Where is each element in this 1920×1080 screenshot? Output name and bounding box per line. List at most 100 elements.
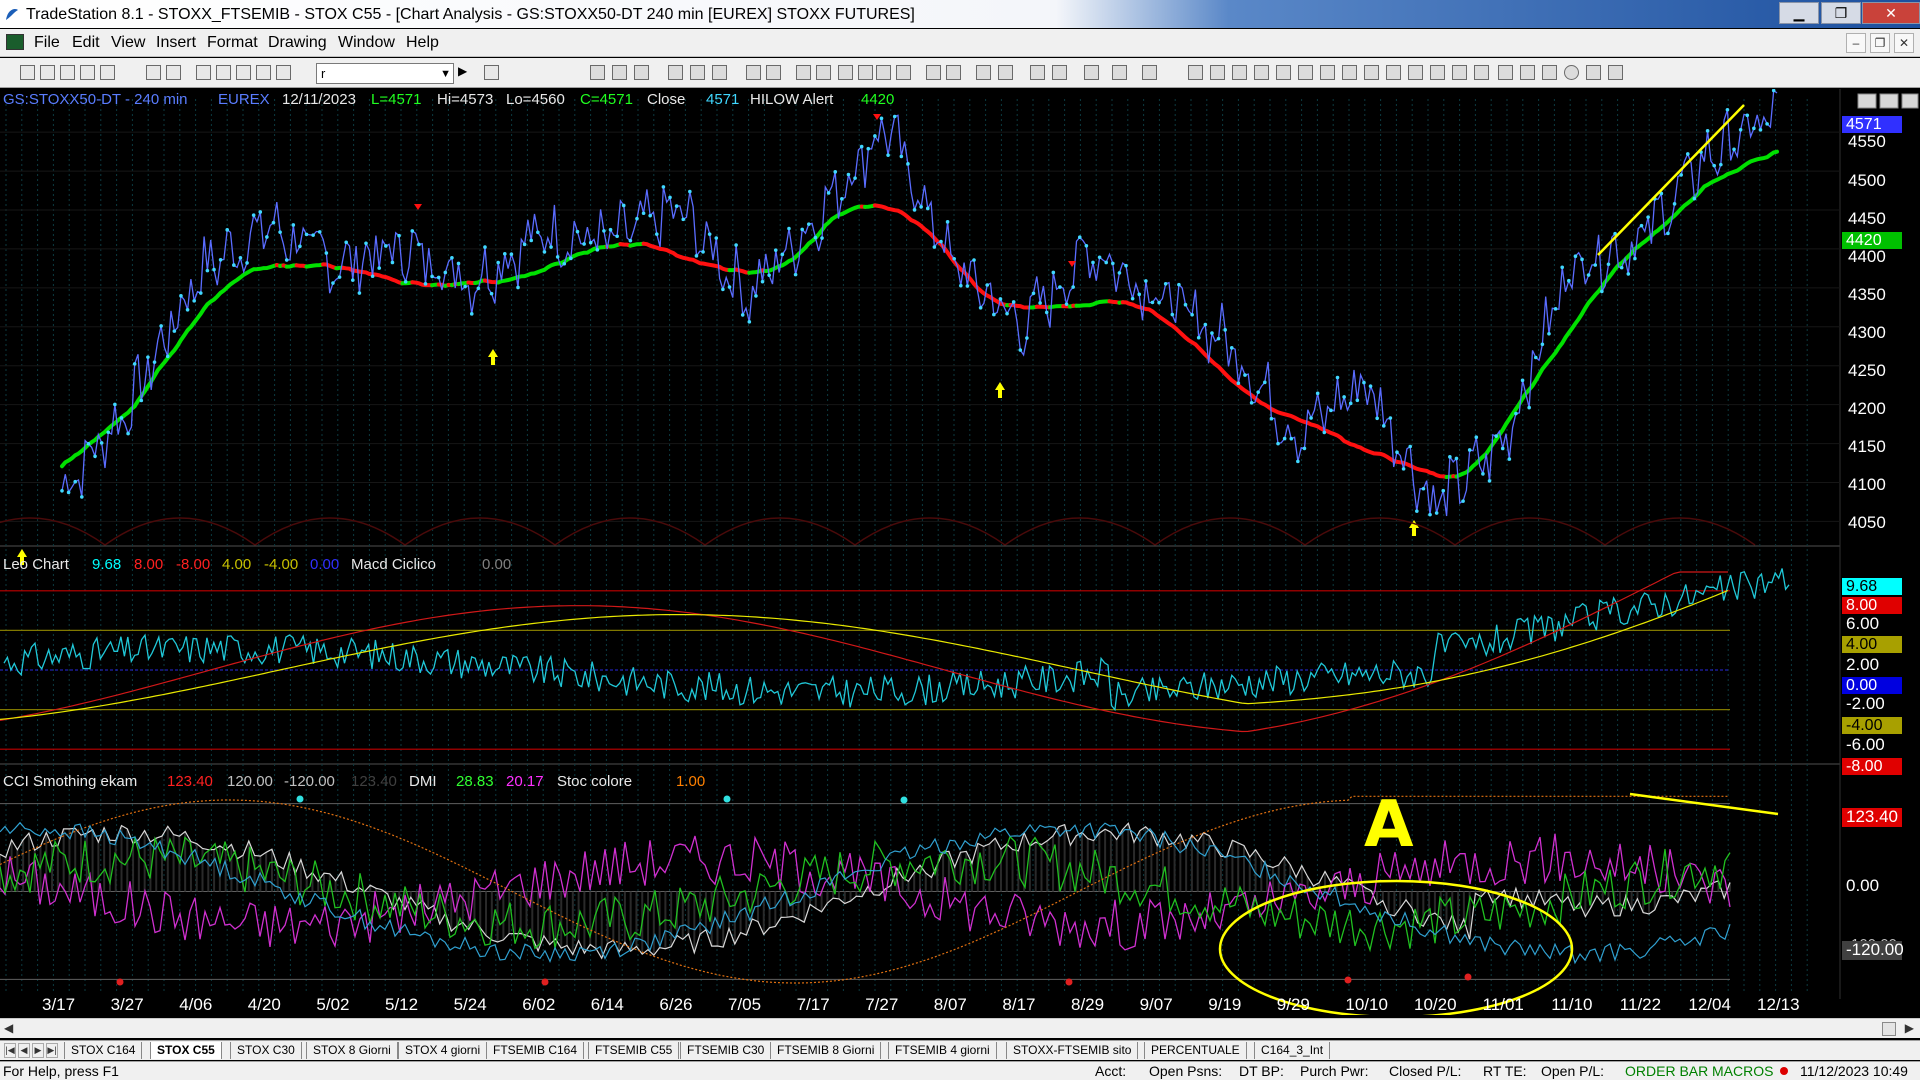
up-arrow-tool-icon[interactable] xyxy=(1542,65,1557,80)
workspace-tab[interactable]: FTSEMIB C164 xyxy=(486,1042,585,1059)
find-symbol-icon[interactable] xyxy=(484,65,499,80)
arrow-right-icon[interactable]: ▶ xyxy=(458,64,473,79)
hammer-icon[interactable] xyxy=(1084,65,1099,80)
speedline-tool-icon[interactable] xyxy=(1386,65,1401,80)
drag-icon[interactable] xyxy=(1052,65,1067,80)
new-workspace-icon[interactable] xyxy=(80,65,95,80)
chart-analysis[interactable]: GS:STOXX50-DT - 240 min EUREX 12/11/2023… xyxy=(0,89,1920,1015)
arc-tool-icon[interactable] xyxy=(1452,65,1467,80)
workspace-tab[interactable]: STOX C164 xyxy=(64,1042,143,1059)
horizontal-line-tool-icon[interactable] xyxy=(1232,65,1247,80)
options-icon[interactable] xyxy=(858,65,873,80)
zoom-in-icon[interactable] xyxy=(976,65,991,80)
zoom-out-icon[interactable] xyxy=(998,65,1013,80)
workspace-tab[interactable]: STOX C30 xyxy=(230,1042,302,1059)
cycle-tool-icon[interactable] xyxy=(1430,65,1445,80)
menu-drawing[interactable]: Drawing xyxy=(268,34,327,52)
zoom-range-icon[interactable] xyxy=(946,65,961,80)
mdi-close-button[interactable]: ✕ xyxy=(1894,33,1914,53)
news-icon[interactable] xyxy=(838,65,853,80)
chart-data-icon[interactable] xyxy=(634,65,649,80)
horizontal-scrollbar[interactable]: ◀ ▶ xyxy=(0,1018,1920,1038)
format-analysis-icon[interactable] xyxy=(766,65,781,80)
workspace-tab[interactable]: STOX C55 xyxy=(150,1042,222,1059)
scroll-left-icon[interactable]: ◀ xyxy=(4,1021,13,1035)
tools-icon[interactable] xyxy=(256,65,271,80)
menu-help[interactable]: Help xyxy=(406,34,439,52)
first-tab-icon[interactable]: |◀ xyxy=(4,1043,16,1058)
refresh-icon[interactable] xyxy=(712,65,727,80)
ellipse-tool-icon[interactable] xyxy=(1564,65,1579,80)
andrews-pitchfork-icon[interactable] xyxy=(1364,65,1379,80)
workspace-tab[interactable]: PERCENTUALE xyxy=(1144,1042,1247,1059)
trendline-tool-icon[interactable] xyxy=(1188,65,1203,80)
insert-indicator-icon[interactable] xyxy=(746,65,761,80)
workspace-tab[interactable]: STOXX-FTSEMIB sito xyxy=(1006,1042,1139,1059)
status-order-bar[interactable]: ORDER BAR xyxy=(1625,1063,1708,1079)
scroll-right-icon[interactable]: ▶ xyxy=(1905,1021,1914,1035)
workspace-tab[interactable]: FTSEMIB 8 Giorni xyxy=(770,1042,882,1059)
matrix-icon[interactable] xyxy=(876,65,891,80)
annotation-letter[interactable]: A xyxy=(1364,788,1414,862)
status-macros[interactable]: MACROS xyxy=(1712,1063,1773,1079)
save-icon[interactable] xyxy=(100,65,115,80)
fib-tool-icon[interactable] xyxy=(1298,65,1313,80)
chart-canvas[interactable] xyxy=(0,89,1920,1015)
symbol-combo[interactable]: r ▼ xyxy=(316,63,454,84)
last-tab-icon[interactable]: ▶| xyxy=(46,1043,58,1058)
menu-edit[interactable]: Edit xyxy=(72,34,100,52)
insert-strategy-icon[interactable] xyxy=(690,65,705,80)
mdi-minimize-button[interactable]: – xyxy=(1846,33,1866,53)
chevron-down-icon[interactable]: ▼ xyxy=(440,65,451,84)
regression-tool-icon[interactable] xyxy=(1276,65,1291,80)
alert-icon[interactable] xyxy=(1142,65,1157,80)
print-preview-icon[interactable] xyxy=(166,65,181,80)
mdi-restore-button[interactable]: ❐ xyxy=(1870,33,1890,53)
new-icon[interactable] xyxy=(20,65,35,80)
export-icon[interactable] xyxy=(1112,65,1127,80)
down-arrow-tool-icon[interactable] xyxy=(1520,65,1535,80)
open-workspace-icon[interactable] xyxy=(60,65,75,80)
menu-window[interactable]: Window xyxy=(338,34,395,52)
menu-insert[interactable]: Insert xyxy=(156,34,196,52)
insert-study-icon[interactable] xyxy=(668,65,683,80)
menu-file[interactable]: File xyxy=(34,34,60,52)
globe-icon[interactable] xyxy=(276,65,291,80)
text-tool-icon[interactable] xyxy=(1608,65,1623,80)
offset-tool-icon[interactable] xyxy=(1408,65,1423,80)
minimize-button[interactable]: ▁ xyxy=(1779,2,1819,24)
chart-window-icon[interactable] xyxy=(6,34,24,50)
workspace-tab[interactable]: STOX 4 giorni xyxy=(398,1042,488,1059)
channel-tool-icon[interactable] xyxy=(1254,65,1269,80)
pointer-icon[interactable] xyxy=(1030,65,1045,80)
lock-icon[interactable] xyxy=(236,65,251,80)
prev-tab-icon[interactable]: ◀ xyxy=(18,1043,30,1058)
next-tab-icon[interactable]: ▶ xyxy=(32,1043,44,1058)
maximize-button[interactable]: ❐ xyxy=(1821,2,1861,24)
fib-extension-tool-icon[interactable] xyxy=(1320,65,1335,80)
open-icon[interactable] xyxy=(40,65,55,80)
chart-style-icon[interactable] xyxy=(590,65,605,80)
scroll-thumb[interactable] xyxy=(1882,1022,1896,1036)
menu-view[interactable]: View xyxy=(111,34,145,52)
workspace-tab[interactable]: FTSEMIB 4 giorni xyxy=(888,1042,997,1059)
workspace-tab[interactable]: STOX 8 Giorni xyxy=(306,1042,398,1059)
bar-chart-icon[interactable] xyxy=(896,65,911,80)
windows-icon[interactable] xyxy=(216,65,231,80)
workspace-tab[interactable]: FTSEMIB C55 xyxy=(588,1042,680,1059)
window-icon[interactable] xyxy=(196,65,211,80)
pen-tool-icon[interactable] xyxy=(1474,65,1489,80)
curve-tool-icon[interactable] xyxy=(1498,65,1513,80)
scanner-icon[interactable] xyxy=(816,65,831,80)
print-icon[interactable] xyxy=(146,65,161,80)
close-button[interactable]: ✕ xyxy=(1862,2,1920,24)
radar-icon[interactable] xyxy=(796,65,811,80)
scroll-icon[interactable] xyxy=(926,65,941,80)
workspace-tab[interactable]: FTSEMIB C30 xyxy=(680,1042,772,1059)
chart-bar-icon[interactable] xyxy=(612,65,627,80)
workspace-tab[interactable]: C164_3_Int xyxy=(1254,1042,1331,1059)
vertical-line-tool-icon[interactable] xyxy=(1210,65,1225,80)
gann-tool-icon[interactable] xyxy=(1342,65,1357,80)
menu-format[interactable]: Format xyxy=(207,34,258,52)
rectangle-tool-icon[interactable] xyxy=(1586,65,1601,80)
